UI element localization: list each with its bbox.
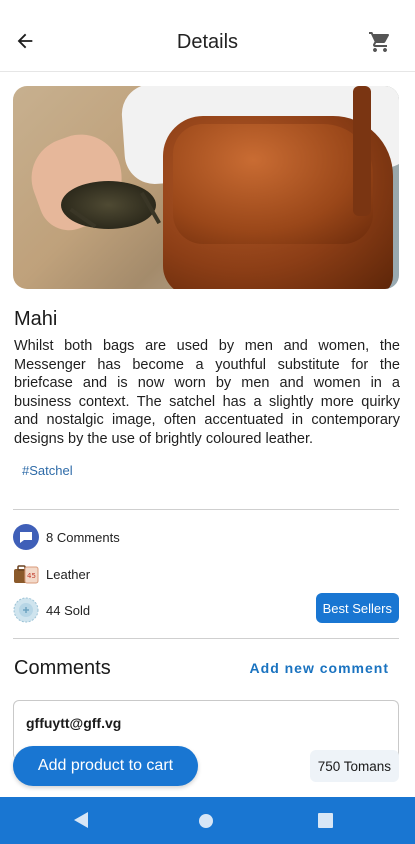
svg-text:45: 45: [27, 572, 36, 580]
nav-recents-icon[interactable]: [318, 813, 333, 828]
comments-count: 8 Comments: [46, 529, 120, 545]
sold-badge-icon: [13, 597, 39, 623]
best-sellers-button[interactable]: Best Sellers: [315, 593, 399, 623]
cart-button[interactable]: [367, 29, 393, 55]
system-nav-bar: [0, 797, 415, 844]
product-name: Mahi: [14, 308, 58, 330]
shopping-cart-icon: [369, 32, 390, 52]
divider: [13, 638, 399, 639]
leather-bag-icon: 45: [13, 561, 39, 587]
comments-count-row[interactable]: 8 Comments: [13, 524, 120, 550]
divider: [13, 509, 399, 510]
product-image: [13, 86, 399, 289]
chat-bubble-icon: [13, 524, 39, 550]
nav-back-icon[interactable]: [74, 812, 88, 828]
nav-home-icon[interactable]: [199, 814, 213, 828]
sold-count: 44 Sold: [46, 602, 91, 618]
material-row: 45 Leather: [13, 561, 90, 587]
app-bar: Details: [0, 0, 415, 72]
material-label: Leather: [46, 566, 91, 582]
add-to-cart-button[interactable]: Add product to cart: [13, 746, 198, 786]
sold-row: 44 Sold: [13, 597, 90, 623]
add-comment-link[interactable]: Add new comment: [250, 660, 389, 676]
product-tag[interactable]: #Satchel: [14, 455, 81, 485]
page-title: Details: [176, 31, 239, 53]
comments-heading: Comments: [14, 657, 111, 679]
comment-author: gffuytt@gff.vg: [26, 715, 122, 731]
price-label: 750 Tomans: [309, 750, 399, 782]
product-description: Whilst both bags are used by men and wom…: [14, 338, 400, 447]
